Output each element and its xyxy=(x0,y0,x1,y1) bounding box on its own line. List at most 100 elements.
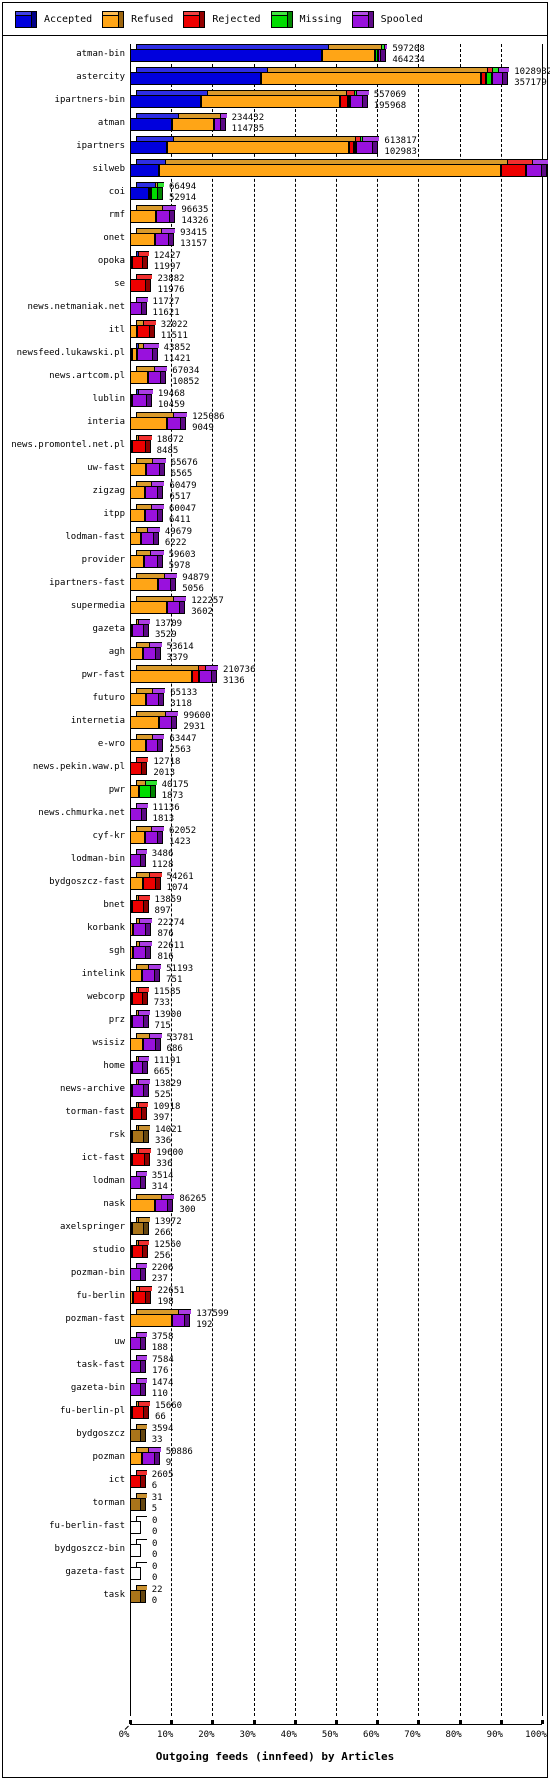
bar-zone: 3594 33 xyxy=(125,1424,547,1447)
row-label-wrap: pozman-bin xyxy=(3,1263,125,1286)
row-accepted-value: 14326 xyxy=(181,216,209,226)
row-accepted-value: 336 xyxy=(154,1136,172,1146)
row-accepted-value: 665 xyxy=(153,1067,170,1077)
bar-segment-empty xyxy=(130,1521,141,1534)
bar-corner-bevel xyxy=(141,1493,147,1499)
bar-right-face xyxy=(159,463,165,476)
row-label: pozman xyxy=(92,1452,125,1462)
row-total-value: 7584 xyxy=(152,1355,174,1365)
bar-right-face xyxy=(211,670,217,683)
bar-segment-refused xyxy=(130,325,137,338)
row-total-value: 40175 xyxy=(161,780,189,790)
row-accepted-value: 0 xyxy=(152,1573,158,1583)
row-total-value: 54261 xyxy=(166,872,194,882)
x-tick-3 xyxy=(252,1720,256,1724)
table-row: torman 31 5 xyxy=(3,1493,547,1516)
bar-right-face xyxy=(155,969,161,982)
bar-segment-accepted xyxy=(130,164,159,177)
bar-segment-spooled xyxy=(130,854,141,867)
bar-segment-spooled xyxy=(137,348,153,361)
row-accepted-value: 1128 xyxy=(151,860,174,870)
bar-segment-refused xyxy=(130,417,168,430)
bar-right-face xyxy=(142,992,148,1005)
row-total-value: 60479 xyxy=(169,481,197,491)
bar-zone: 63447 2563 xyxy=(125,734,547,757)
bar-rows: atman-bin 597208 464234 astercity 1028932 357… xyxy=(3,44,550,1608)
row-value-labels: 60047 6411 xyxy=(169,504,196,526)
bar-zone: 113833279222 xyxy=(125,159,548,182)
row-label: uw-fast xyxy=(87,463,125,473)
bar-corner-bevel xyxy=(141,1378,147,1384)
bar-right-face xyxy=(152,348,158,361)
bar-segment-spooled xyxy=(133,946,147,959)
row-value-labels: 00 xyxy=(152,1516,157,1538)
row-label-wrap: news.netmaniak.net xyxy=(3,297,125,320)
row-value-labels: 11136 1813 xyxy=(153,803,180,825)
row-total-value: 12718 xyxy=(153,757,181,767)
table-row: pozman-bin 2206 237 xyxy=(3,1263,547,1286)
bar-segment-rejected xyxy=(132,900,144,913)
legend-item-refused: Refused xyxy=(102,11,173,28)
row-label: bydgoszcz xyxy=(76,1429,125,1439)
row-label: home xyxy=(103,1061,125,1071)
row-total-value: 65133 xyxy=(170,688,198,698)
bar-corner-bevel xyxy=(180,596,186,602)
row-label: rmf xyxy=(108,210,125,220)
table-row: studio 12560 256 xyxy=(3,1240,547,1263)
row-value-labels: 22651 198 xyxy=(157,1286,184,1308)
bar-segment-refused xyxy=(130,463,147,476)
row-total-value: 22611 xyxy=(157,941,185,951)
row-label: futuro xyxy=(92,693,125,703)
row-label: webcorp xyxy=(87,992,125,1002)
bar-segment-accepted xyxy=(130,141,168,154)
bar-segment-rejected xyxy=(130,1475,141,1488)
row-label: korbank xyxy=(87,923,125,933)
bar-right-face xyxy=(145,440,151,453)
bar-right-face xyxy=(141,808,147,821)
row-label-wrap: news.promontel.net.pl xyxy=(3,435,125,458)
bar-corner-bevel xyxy=(142,1102,148,1108)
table-row: cyf-kr 62052 1423 xyxy=(3,826,547,849)
row-accepted-value: 397 xyxy=(153,1113,170,1123)
row-accepted-value: 300 xyxy=(179,1205,196,1215)
bar-segment-accepted xyxy=(130,187,150,200)
table-row: pozman-fast 137599 192 xyxy=(3,1309,547,1332)
row-value-labels: 210736 3136 xyxy=(223,665,256,687)
row-label-wrap: lodman xyxy=(3,1171,125,1194)
row-accepted-value: 33 xyxy=(151,1435,163,1445)
bar-zone: 96635 14326 xyxy=(125,205,547,228)
row-total-value: 63447 xyxy=(169,734,197,744)
row-accepted-value: 6565 xyxy=(170,469,193,479)
bar-corner-bevel xyxy=(170,205,176,211)
row-label-wrap: se xyxy=(3,274,125,297)
bar-corner-bevel xyxy=(141,1424,147,1430)
row-label: torman-fast xyxy=(65,1107,125,1117)
row-label-wrap: ict-fast xyxy=(3,1148,125,1171)
row-label: uw xyxy=(114,1337,125,1347)
row-label-wrap: news.pekin.waw.pl xyxy=(3,757,125,780)
row-accepted-value: 314 xyxy=(151,1182,168,1192)
bar-zone: 14021 336 xyxy=(125,1125,547,1148)
bar-right-face xyxy=(381,49,387,62)
table-row: ict-fast 19600 336 xyxy=(3,1148,547,1171)
table-row: atman 234432 114785 xyxy=(3,113,547,136)
bar-segment-rejected xyxy=(132,1153,146,1166)
bar-right-face xyxy=(153,532,159,545)
row-label-wrap: zigzag xyxy=(3,481,125,504)
bar-corner-bevel xyxy=(141,1355,147,1361)
row-label: intelink xyxy=(81,969,125,979)
bar-corner-bevel xyxy=(156,1033,162,1039)
row-label: itpp xyxy=(103,509,125,519)
row-accepted-value: 0 xyxy=(151,1596,158,1606)
bar-corner-bevel xyxy=(150,320,156,326)
bar-zone: 93415 13157 xyxy=(125,228,547,251)
bar-zone: 53781 686 xyxy=(125,1033,547,1056)
bar-segment-refuseddark xyxy=(130,1590,141,1603)
bar-zone: 125086 9049 xyxy=(125,412,547,435)
bar-zone: 613817 102983 xyxy=(125,136,547,159)
bar-corner-bevel xyxy=(172,711,178,717)
row-total-value: 50886 xyxy=(165,1447,193,1457)
row-accepted-value: 5 xyxy=(151,1504,158,1514)
bar-corner-bevel xyxy=(159,688,165,694)
bar-zone: 557069 195968 xyxy=(125,90,547,113)
